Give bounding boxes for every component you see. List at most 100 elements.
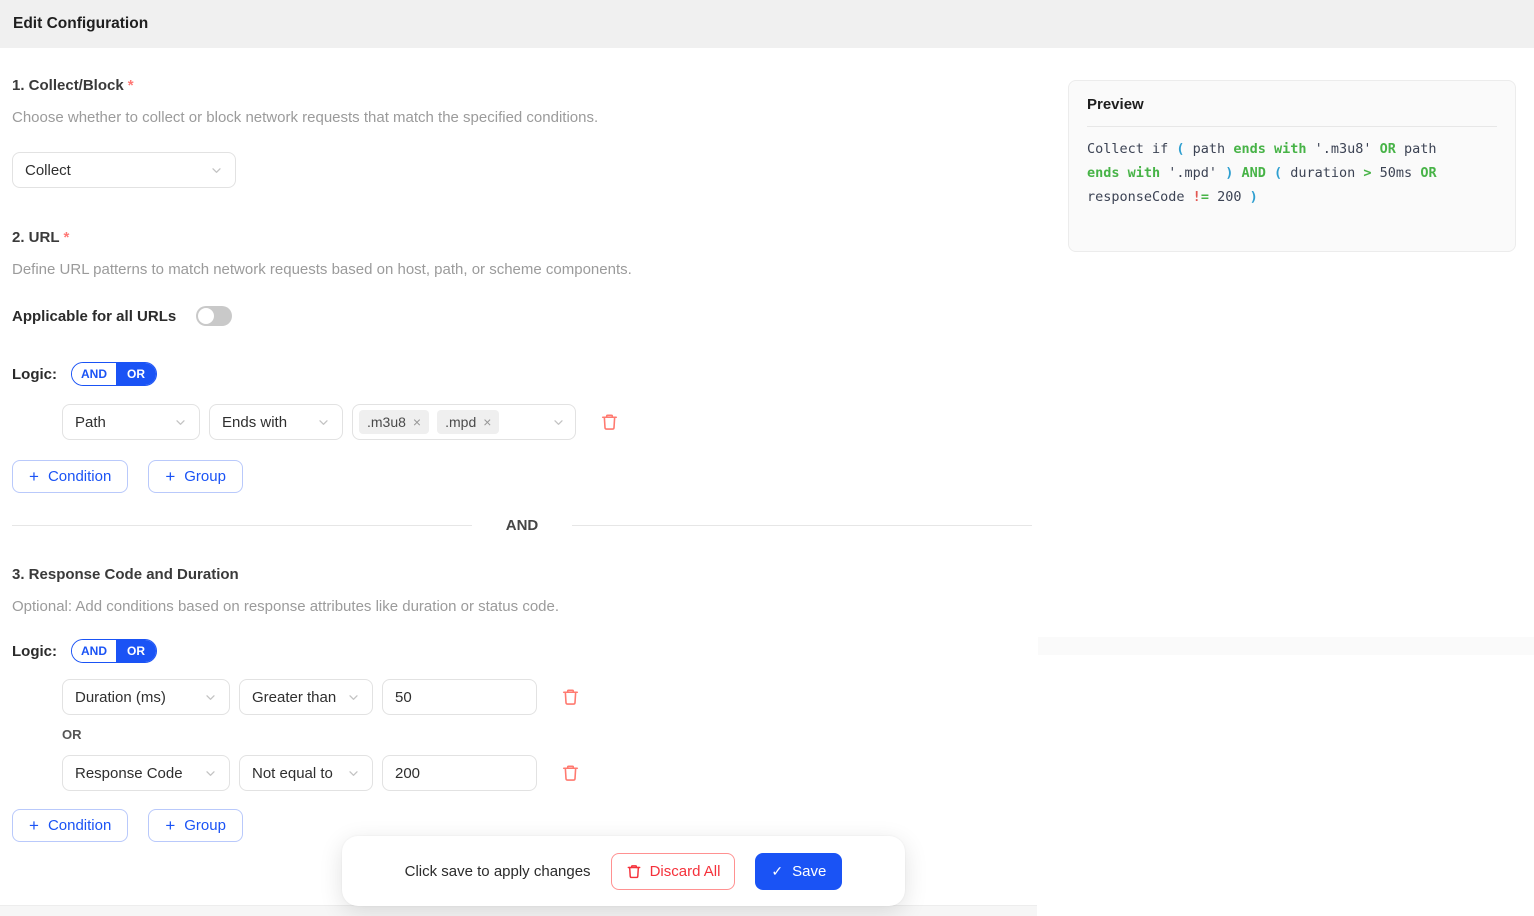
add-condition-label: Condition xyxy=(48,468,111,485)
all-urls-toggle[interactable] xyxy=(196,306,232,326)
code-token: ( xyxy=(1274,165,1290,181)
collect-block-select-value: Collect xyxy=(25,162,71,179)
duration-operator-select[interactable]: Greater than xyxy=(239,679,373,715)
save-hint-message: Click save to apply changes xyxy=(405,863,591,880)
preview-divider xyxy=(1087,126,1497,127)
code-token: path xyxy=(1193,141,1234,157)
right-panel-track xyxy=(1038,637,1534,655)
code-token: path xyxy=(1396,141,1437,157)
response-logic-row: Logic: AND OR xyxy=(12,639,1040,663)
all-urls-label: Applicable for all URLs xyxy=(12,308,176,325)
required-asterisk: * xyxy=(128,77,134,94)
trash-icon xyxy=(561,763,580,783)
url-values-multiselect[interactable]: .m3u8 × .mpd × xyxy=(352,404,576,440)
add-condition-button[interactable]: + Condition xyxy=(12,460,128,493)
divider-line xyxy=(12,525,472,526)
all-urls-row: Applicable for all URLs xyxy=(12,304,1040,328)
url-operator-select[interactable]: Ends with xyxy=(209,404,343,440)
url-logic-toggle: AND OR xyxy=(71,362,157,386)
edit-configuration-form: 1. Collect/Block* Choose whether to coll… xyxy=(0,76,1040,842)
or-separator-label: OR xyxy=(62,727,1040,743)
delete-condition-button[interactable] xyxy=(600,412,619,432)
duration-field-select-value: Duration (ms) xyxy=(75,689,166,706)
divider-label: AND xyxy=(506,517,539,534)
code-token: responseCode xyxy=(1087,189,1193,205)
code-token: ends with xyxy=(1087,165,1160,181)
plus-icon: + xyxy=(165,817,175,834)
response-value-input[interactable] xyxy=(382,755,537,791)
horizontal-scroll-track xyxy=(0,905,1037,916)
trash-icon xyxy=(561,687,580,707)
chevron-down-icon xyxy=(204,691,217,704)
logic-and-option[interactable]: AND xyxy=(72,640,116,662)
response-operator-select[interactable]: Not equal to xyxy=(239,755,373,791)
code-token: '.m3u8' xyxy=(1306,141,1379,157)
chevron-down-icon xyxy=(210,164,223,177)
section-collect-block-description: Choose whether to collect or block netwo… xyxy=(12,108,1040,128)
response-logic-toggle: AND OR xyxy=(71,639,157,663)
section-collect-block-title: 1. Collect/Block* xyxy=(12,76,1040,96)
and-divider: AND xyxy=(12,515,1032,535)
logic-and-option[interactable]: AND xyxy=(72,363,116,385)
duration-operator-select-value: Greater than xyxy=(252,689,336,706)
header-bar: Edit Configuration xyxy=(0,0,1534,48)
trash-icon xyxy=(626,863,642,880)
remove-tag-icon[interactable]: × xyxy=(413,415,421,429)
check-icon: ✓ xyxy=(771,863,783,880)
save-label: Save xyxy=(792,863,826,880)
code-token: ! xyxy=(1193,189,1201,205)
response-field-select-value: Response Code xyxy=(75,765,183,782)
chevron-down-icon xyxy=(347,691,360,704)
url-value-tags: .m3u8 × .mpd × xyxy=(359,410,544,434)
code-token: OR xyxy=(1420,165,1436,181)
url-field-select-value: Path xyxy=(75,414,106,431)
discard-all-label: Discard All xyxy=(650,863,721,880)
preview-code-line: responseCode != 200 ) xyxy=(1087,185,1497,209)
url-add-buttons: + Condition +Group xyxy=(12,460,1040,493)
code-token: Collect if xyxy=(1087,141,1176,157)
add-condition-label: Condition xyxy=(48,817,111,834)
code-token: > xyxy=(1363,165,1371,181)
response-field-select[interactable]: Response Code xyxy=(62,755,230,791)
add-condition-button[interactable]: + Condition xyxy=(12,809,128,842)
duration-field-select[interactable]: Duration (ms) xyxy=(62,679,230,715)
code-token: 200 xyxy=(1209,189,1250,205)
plus-icon: + xyxy=(29,468,39,485)
tag-label: .mpd xyxy=(445,414,476,430)
code-token: ) xyxy=(1250,189,1258,205)
url-value-tag: .mpd × xyxy=(437,410,499,434)
preview-code: Collect if ( path ends with '.m3u8' OR p… xyxy=(1087,137,1497,209)
code-token: '.mpd' xyxy=(1160,165,1225,181)
code-token: OR xyxy=(1380,141,1396,157)
delete-condition-button[interactable] xyxy=(561,687,580,707)
url-operator-select-value: Ends with xyxy=(222,414,287,431)
save-button[interactable]: ✓ Save xyxy=(755,853,842,890)
page-title: Edit Configuration xyxy=(13,15,148,33)
logic-or-option[interactable]: OR xyxy=(116,363,156,385)
chevron-down-icon xyxy=(347,767,360,780)
preview-title: Preview xyxy=(1087,96,1497,113)
section-url-title: 2. URL* xyxy=(12,228,1040,248)
logic-or-option[interactable]: OR xyxy=(116,640,156,662)
delete-condition-button[interactable] xyxy=(561,763,580,783)
duration-condition-row: Duration (ms) Greater than xyxy=(62,679,1040,715)
add-group-button[interactable]: +Group xyxy=(148,460,243,493)
url-field-select[interactable]: Path xyxy=(62,404,200,440)
chevron-down-icon xyxy=(552,416,565,429)
add-group-button[interactable]: + Group xyxy=(148,809,243,842)
remove-tag-icon[interactable]: × xyxy=(483,415,491,429)
plus-icon: + xyxy=(29,817,39,834)
collect-block-select[interactable]: Collect xyxy=(12,152,236,188)
tag-label: .m3u8 xyxy=(367,414,406,430)
code-token: ends with xyxy=(1233,141,1306,157)
add-group-label: Group xyxy=(184,817,226,834)
section-url-description: Define URL patterns to match network req… xyxy=(12,260,1040,280)
add-group-label: Group xyxy=(184,468,226,485)
code-token: = xyxy=(1201,189,1209,205)
section-response-title: 3. Response Code and Duration xyxy=(12,565,1040,585)
duration-value-input[interactable] xyxy=(382,679,537,715)
discard-all-button[interactable]: Discard All xyxy=(611,853,736,890)
response-code-condition-row: Response Code Not equal to xyxy=(62,755,1040,791)
chevron-down-icon xyxy=(317,416,330,429)
preview-code-line: ends with '.mpd' ) AND ( duration > 50ms… xyxy=(1087,161,1497,185)
